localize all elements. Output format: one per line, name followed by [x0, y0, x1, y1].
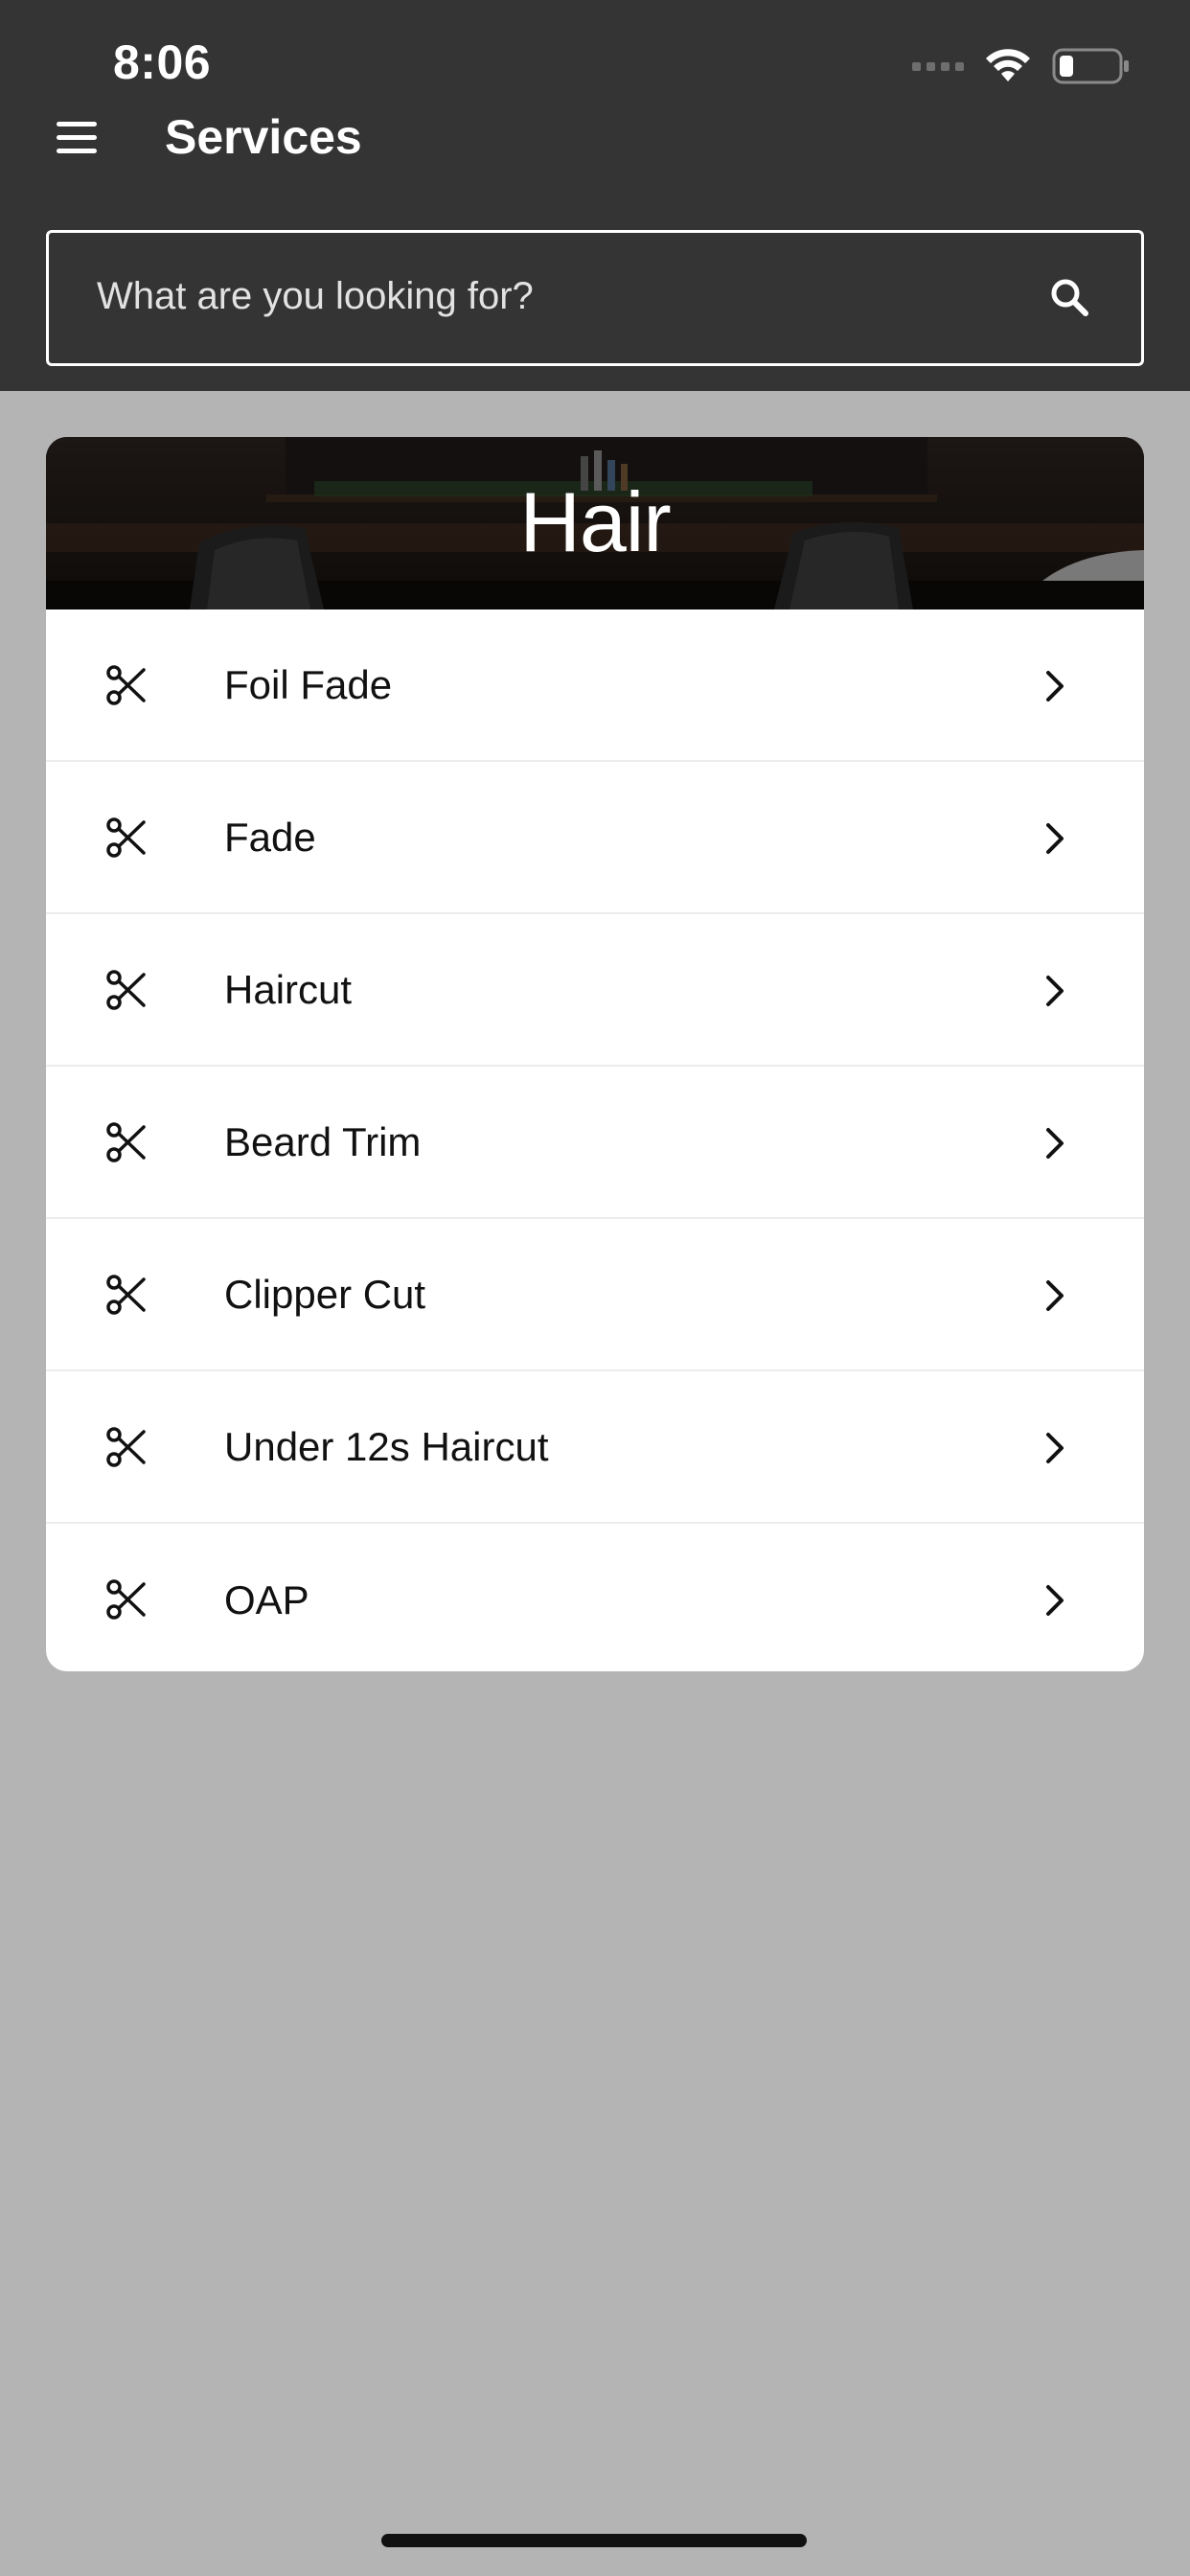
service-label: Clipper Cut	[224, 1271, 426, 1317]
chevron-right-icon	[1046, 1128, 1064, 1159]
chevron-right-icon	[1046, 671, 1064, 702]
category-title: Hair	[519, 474, 671, 569]
status-icons	[912, 42, 1131, 90]
search-placeholder: What are you looking for?	[97, 275, 534, 317]
service-list: Foil Fade Fade Haircut Beard Trim Clippe…	[46, 610, 1144, 1671]
service-label: Foil Fade	[224, 661, 393, 707]
signal-dots-icon	[912, 61, 964, 71]
category-card: Hair Foil Fade Fade Haircut Beard Trim C…	[46, 437, 1144, 1671]
status-time: 8:06	[113, 35, 212, 89]
category-banner[interactable]: Hair	[46, 437, 1144, 610]
service-label: Fade	[224, 814, 316, 860]
search-input[interactable]: What are you looking for?	[46, 230, 1144, 366]
service-label: Beard Trim	[224, 1118, 422, 1164]
chevron-right-icon	[1046, 823, 1064, 854]
list-item[interactable]: Beard Trim	[46, 1067, 1144, 1219]
hamburger-menu-icon[interactable]	[54, 119, 102, 157]
list-item[interactable]: Foil Fade	[46, 610, 1144, 762]
scissors-icon	[106, 1122, 146, 1162]
scissors-icon	[106, 665, 146, 705]
list-item[interactable]: Under 12s Haircut	[46, 1371, 1144, 1524]
chevron-right-icon	[1046, 1280, 1064, 1311]
scissors-icon	[106, 817, 146, 858]
page-title: Services	[165, 110, 362, 164]
list-item[interactable]: Clipper Cut	[46, 1219, 1144, 1371]
battery-icon	[1052, 48, 1129, 84]
wifi-icon	[986, 49, 1030, 81]
scissors-icon	[106, 1579, 146, 1620]
service-label: Under 12s Haircut	[224, 1423, 549, 1469]
chevron-right-icon	[1046, 1585, 1064, 1616]
list-item[interactable]: Fade	[46, 762, 1144, 914]
chevron-right-icon	[1046, 1433, 1064, 1463]
service-label: Haircut	[224, 966, 353, 1012]
list-item[interactable]: OAP	[46, 1524, 1144, 1671]
app-header: 8:06 Services What are you looking for?	[0, 0, 1190, 391]
scissors-icon	[106, 1275, 146, 1315]
search-icon[interactable]	[1047, 275, 1093, 321]
chevron-right-icon	[1046, 976, 1064, 1006]
list-item[interactable]: Haircut	[46, 914, 1144, 1067]
service-label: OAP	[224, 1576, 309, 1622]
home-indicator[interactable]	[381, 2534, 807, 2547]
scissors-icon	[106, 970, 146, 1010]
scissors-icon	[106, 1427, 146, 1467]
